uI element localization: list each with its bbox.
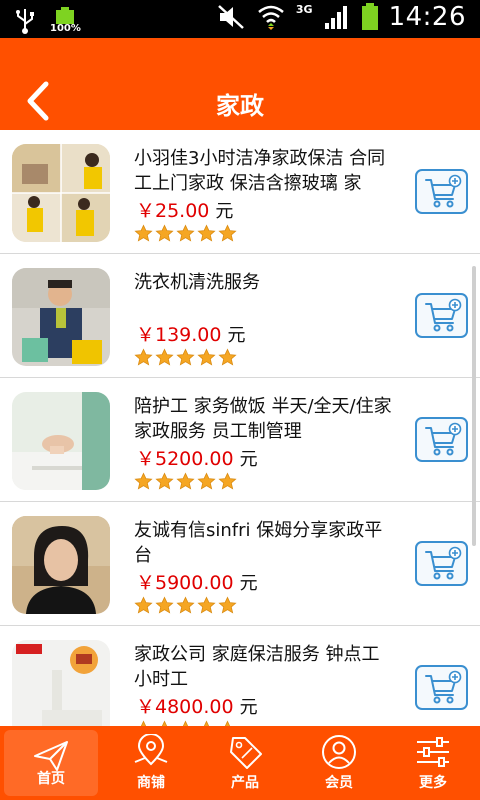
clock: 14:26: [388, 2, 466, 32]
star-icon: [134, 596, 153, 614]
add-to-cart-button[interactable]: [415, 169, 468, 214]
price-row: ￥5900.00 元: [136, 568, 258, 595]
product-image: [12, 392, 110, 490]
star-icon: [218, 472, 237, 490]
rating-stars: [134, 472, 237, 491]
nav-label: 产品: [231, 775, 259, 791]
price-unit: 元: [227, 325, 246, 346]
star-icon: [197, 224, 216, 242]
wifi-icon: [258, 5, 284, 30]
add-to-cart-icon: [425, 298, 462, 332]
star-icon: [155, 348, 174, 366]
nav-label: 商铺: [137, 775, 165, 791]
bottom-nav: 首页 商铺 产品 会员 更多: [0, 726, 480, 800]
product-name: 小羽佳3小时洁净家政保洁 合同工上门家政 保洁含擦玻璃 家: [134, 148, 386, 194]
nav-products[interactable]: 产品: [198, 726, 292, 800]
rating-stars: [134, 596, 237, 615]
price-row: ￥5200.00 元: [136, 444, 258, 471]
usb-icon: [16, 9, 34, 34]
price-row: ￥4800.00 元: [136, 692, 258, 719]
list-item[interactable]: 友诚有信sinfri 保姆分享家政平台 ￥5900.00 元: [0, 502, 480, 626]
nav-shops[interactable]: 商铺: [104, 726, 198, 800]
product-list[interactable]: 小羽佳3小时洁净家政保洁 合同工上门家政 保洁含擦玻璃 家 ￥25.00 元 洗衣…: [0, 130, 480, 726]
star-icon: [134, 472, 153, 490]
price: ￥25.00: [136, 200, 210, 222]
network-type-label: 3G: [295, 2, 313, 16]
star-icon: [134, 224, 153, 242]
star-icon: [197, 348, 216, 366]
star-icon: [176, 224, 195, 242]
price-row: ￥25.00 元: [136, 196, 233, 223]
paper-plane-icon: [34, 741, 68, 771]
star-icon: [176, 472, 195, 490]
add-to-cart-button[interactable]: [415, 665, 468, 710]
nav-label: 更多: [419, 775, 447, 791]
battery-percent-label: 100%: [50, 23, 81, 34]
user-icon: [322, 735, 356, 769]
product-name: 洗衣机清洗服务: [134, 272, 260, 293]
star-icon: [197, 472, 216, 490]
product-name: 家政公司 家庭保洁服务 钟点工 小时工: [134, 644, 380, 690]
price: ￥139.00: [136, 324, 222, 346]
rating-stars: [134, 348, 237, 367]
sliders-icon: [417, 737, 449, 767]
battery-small-icon: 100%: [50, 6, 81, 36]
star-icon: [155, 472, 174, 490]
product-image: [12, 268, 110, 366]
app-header: 家政: [0, 38, 480, 130]
star-icon: [176, 348, 195, 366]
list-item[interactable]: 陪护工 家务做饭 半天/全天/住家 家政服务 员工制管理 ￥5200.00 元: [0, 378, 480, 502]
sale-tag-icon: [230, 737, 262, 769]
price: ￥5200.00: [136, 448, 234, 470]
add-to-cart-button[interactable]: [415, 417, 468, 462]
add-to-cart-icon: [425, 546, 462, 580]
nav-home[interactable]: 首页: [4, 730, 98, 796]
rating-stars: [134, 224, 237, 243]
price-unit: 元: [239, 573, 258, 594]
star-icon: [155, 224, 174, 242]
page-title: 家政: [216, 92, 264, 120]
product-name: 友诚有信sinfri 保姆分享家政平台: [134, 520, 383, 566]
product-image: [12, 144, 110, 242]
add-to-cart-button[interactable]: [415, 293, 468, 338]
price: ￥5900.00: [136, 572, 234, 594]
list-item[interactable]: 洗衣机清洗服务 ￥139.00 元: [0, 254, 480, 378]
nav-label: 会员: [325, 775, 353, 791]
star-icon: [155, 596, 174, 614]
price-unit: 元: [239, 449, 258, 470]
mute-icon: [218, 5, 244, 29]
add-to-cart-icon: [425, 422, 462, 456]
price: ￥4800.00: [136, 696, 234, 718]
signal-icon: [324, 6, 347, 29]
product-image: [12, 516, 110, 614]
list-item[interactable]: 小羽佳3小时洁净家政保洁 合同工上门家政 保洁含擦玻璃 家 ￥25.00 元: [0, 130, 480, 254]
battery-icon: [361, 3, 378, 30]
star-icon: [218, 348, 237, 366]
nav-member[interactable]: 会员: [292, 726, 386, 800]
map-pin-icon: [134, 734, 168, 766]
product-name: 陪护工 家务做饭 半天/全天/住家 家政服务 员工制管理: [134, 396, 392, 442]
scrollbar[interactable]: [472, 266, 476, 546]
price-unit: 元: [239, 697, 258, 718]
star-icon: [218, 224, 237, 242]
list-item[interactable]: 家政公司 家庭保洁服务 钟点工 小时工 ￥4800.00 元: [0, 626, 480, 726]
nav-more[interactable]: 更多: [386, 726, 480, 800]
star-icon: [218, 596, 237, 614]
product-image: [12, 640, 110, 726]
price-unit: 元: [215, 201, 234, 222]
add-to-cart-button[interactable]: [415, 541, 468, 586]
price-row: ￥139.00 元: [136, 320, 245, 347]
star-icon: [134, 348, 153, 366]
star-icon: [176, 596, 195, 614]
status-bar: 100% 3G 14:26: [0, 0, 480, 38]
add-to-cart-icon: [425, 670, 462, 704]
star-icon: [197, 596, 216, 614]
add-to-cart-icon: [425, 174, 462, 208]
